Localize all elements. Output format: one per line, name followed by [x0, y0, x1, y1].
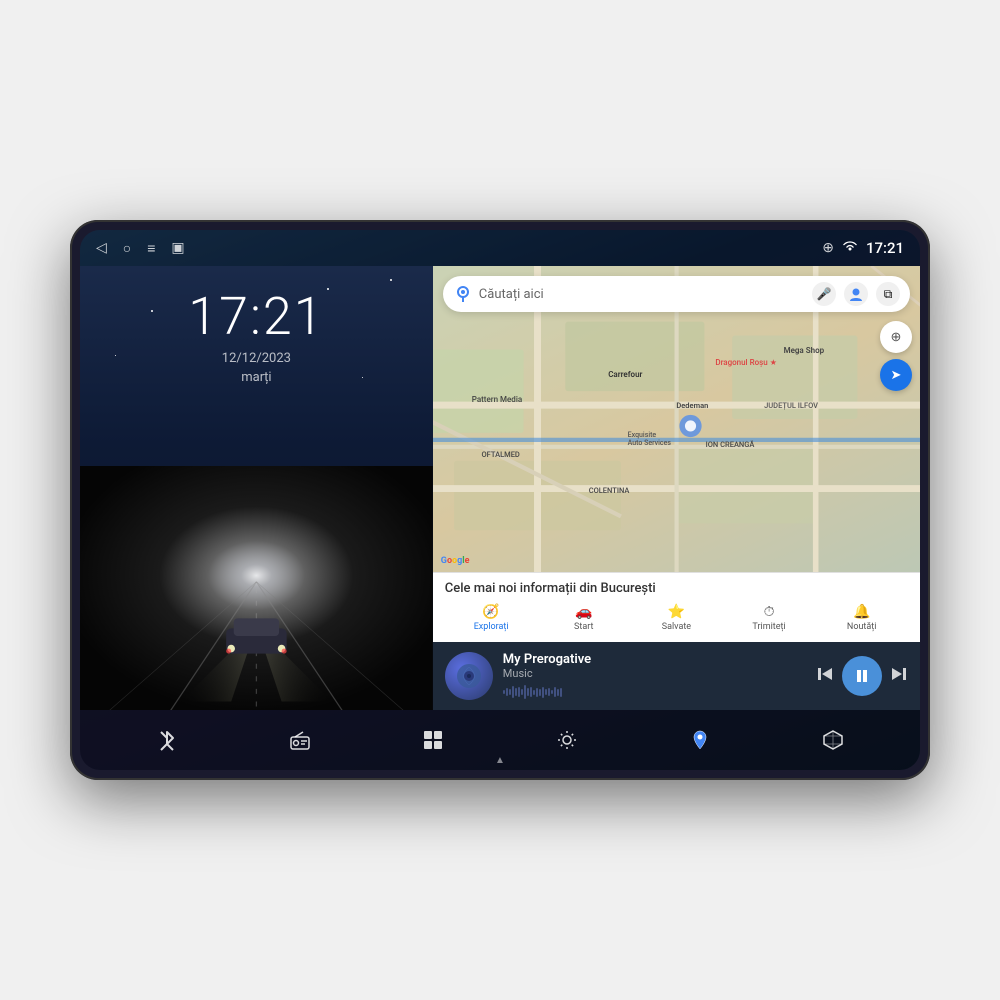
tab-news-label: Noutăți: [847, 622, 877, 632]
wifi-icon: [842, 240, 858, 256]
send-icon: ⏱: [764, 604, 775, 620]
menu-icon[interactable]: ≡: [147, 240, 155, 257]
map-label-exquisite: ExquisiteAuto Services: [628, 431, 671, 447]
clock-section: 17:21 12/12/2023 marți: [188, 286, 324, 385]
radio-button[interactable]: [282, 722, 318, 758]
map-controls: ⊕ ➤: [880, 321, 912, 391]
google-logo: Google: [441, 556, 470, 566]
status-icons: ⊕ 17:21: [822, 239, 904, 257]
tab-send-label: Trimiteți: [752, 622, 785, 632]
main-content: 17:21 12/12/2023 marți: [80, 266, 920, 710]
yandex-button[interactable]: [815, 722, 851, 758]
car-infotainment-device: ◁ ○ ≡ ▣ ⊕ 17:21: [70, 220, 930, 780]
chevron-up-icon: ▲: [495, 755, 505, 766]
clock-time: 17:21: [188, 286, 324, 347]
locate-me-button[interactable]: ⊕: [880, 321, 912, 353]
tab-start[interactable]: 🚗 Start: [537, 602, 630, 634]
tab-news[interactable]: 🔔 Noutăți: [815, 602, 908, 634]
location-icon: ⊕: [822, 240, 834, 256]
screen-icon[interactable]: ▣: [171, 240, 184, 256]
saved-icon: ⭐: [668, 604, 685, 620]
navigate-button[interactable]: ➤: [880, 359, 912, 391]
nav-buttons: ◁ ○ ≡ ▣: [96, 240, 185, 257]
map-label-dragon: Dragonul Roșu ★: [715, 358, 777, 367]
previous-button[interactable]: [816, 665, 834, 687]
home-icon[interactable]: ○: [123, 240, 131, 257]
music-waveform: [503, 684, 806, 700]
music-title: My Prerogative: [503, 652, 806, 667]
map-label-pattern: Pattern Media: [472, 395, 522, 404]
back-icon[interactable]: ◁: [96, 240, 107, 256]
left-panel: 17:21 12/12/2023 marți: [80, 266, 433, 710]
layers-icon[interactable]: ⧉: [876, 282, 900, 306]
tab-explore[interactable]: 🧭 Explorați: [445, 602, 538, 634]
bottom-bar: ▲: [80, 710, 920, 770]
news-icon: 🔔: [853, 604, 870, 620]
play-pause-button[interactable]: [842, 656, 882, 696]
info-tabs: 🧭 Explorați 🚗 Start ⭐ Salvate ⏱: [445, 602, 908, 634]
apps-button[interactable]: [415, 722, 451, 758]
music-controls: [816, 656, 908, 696]
tab-saved-label: Salvate: [662, 622, 691, 632]
map-label-carrefour: Carrefour: [608, 370, 642, 379]
clock-date: 12/12/2023: [188, 351, 324, 366]
search-actions: 🎤 ⧉: [812, 282, 900, 306]
settings-button[interactable]: [549, 722, 585, 758]
map-search-bar[interactable]: Căutați aici 🎤 ⧉: [443, 276, 910, 312]
next-button[interactable]: [890, 665, 908, 687]
tab-explore-label: Explorați: [474, 622, 509, 632]
map-label-mega-shop: Mega Shop: [784, 346, 825, 355]
clock-day: marți: [188, 370, 324, 385]
tab-send[interactable]: ⏱ Trimiteți: [723, 602, 816, 634]
music-artist: Music: [503, 667, 806, 680]
map-label-oftalmed: OFTALMED: [482, 450, 520, 459]
map-section[interactable]: Pattern Media Carrefour Dragonul Roșu ★ …: [433, 266, 920, 572]
microphone-icon[interactable]: 🎤: [812, 282, 836, 306]
device-screen: ◁ ○ ≡ ▣ ⊕ 17:21: [80, 230, 920, 770]
search-placeholder[interactable]: Căutați aici: [479, 287, 812, 302]
tab-saved[interactable]: ⭐ Salvate: [630, 602, 723, 634]
maps-button[interactable]: [682, 722, 718, 758]
info-section: Cele mai noi informații din București 🧭 …: [433, 572, 920, 642]
start-icon: 🚗: [575, 604, 592, 620]
map-label-dedeman: Dedeman: [676, 401, 708, 410]
account-icon[interactable]: [844, 282, 868, 306]
status-bar: ◁ ○ ≡ ▣ ⊕ 17:21: [80, 230, 920, 266]
map-label-ion-creanga: ION CREANGĂ: [706, 440, 755, 449]
map-label-ilfov: JUDEȚUL ILFOV: [764, 401, 818, 410]
music-player: My Prerogative Music: [433, 642, 920, 710]
explore-icon: 🧭: [482, 604, 499, 620]
right-panel: Pattern Media Carrefour Dragonul Roșu ★ …: [433, 266, 920, 710]
music-info: My Prerogative Music: [503, 652, 806, 700]
google-maps-icon: [453, 284, 473, 304]
album-art: [445, 652, 493, 700]
car-tunnel-visual: [80, 466, 433, 710]
tab-start-label: Start: [574, 622, 593, 632]
map-label-colentina: COLENTINA: [589, 486, 630, 495]
bluetooth-button[interactable]: [149, 722, 185, 758]
status-time: 17:21: [866, 239, 904, 257]
info-title: Cele mai noi informații din București: [445, 581, 908, 596]
